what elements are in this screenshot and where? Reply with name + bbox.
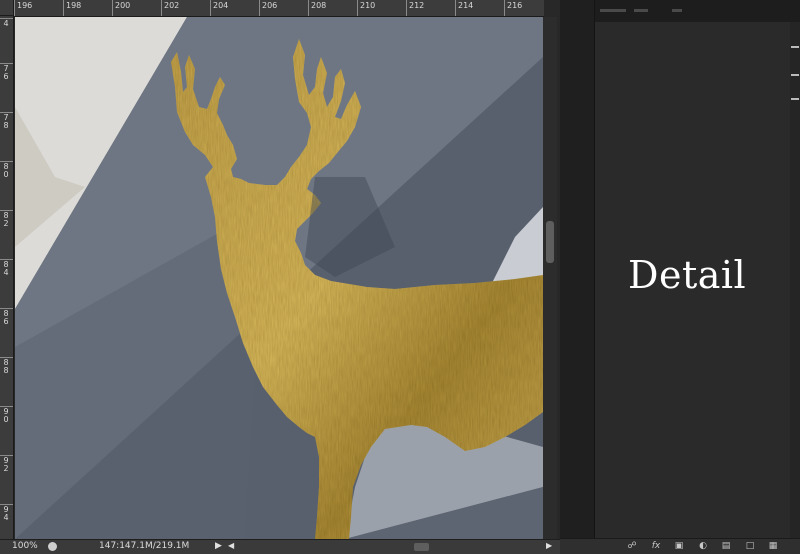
ruler-label: 196 <box>17 1 33 10</box>
ruler-label: 214 <box>458 1 474 10</box>
ruler-label: 208 <box>311 1 327 10</box>
ruler-tick: 94 <box>0 504 13 522</box>
ruler-tick: 78 <box>0 112 13 130</box>
vertical-scrollbar[interactable] <box>543 17 557 539</box>
ruler-label: 80 <box>3 162 9 179</box>
ruler-tick: 4 <box>0 18 13 28</box>
scroll-left-icon[interactable]: ◀ <box>228 541 234 550</box>
ruler-label: 94 <box>3 505 9 522</box>
ruler-tick: 206 <box>259 0 277 16</box>
ruler-tick: 84 <box>0 259 13 277</box>
ruler-tick: 92 <box>0 455 13 473</box>
artwork <box>15 17 543 539</box>
ruler-tick: 198 <box>63 0 81 16</box>
ruler-label: 86 <box>3 309 9 326</box>
detail-label: Detail <box>628 253 747 297</box>
new-layer-icon[interactable]: □ <box>744 541 756 552</box>
zoom-level[interactable]: 100% <box>12 541 38 551</box>
image-canvas[interactable] <box>15 17 543 539</box>
fx-icon[interactable]: fx <box>650 541 662 552</box>
status-menu-arrow-icon[interactable]: ▶ <box>215 541 222 551</box>
side-mark <box>791 98 799 100</box>
ruler-label: 204 <box>213 1 229 10</box>
ruler-tick: 208 <box>308 0 326 16</box>
panel-side-scroll[interactable] <box>790 22 800 538</box>
ruler-tick: 90 <box>0 406 13 424</box>
ruler-tick: 210 <box>357 0 375 16</box>
document-workspace: 196 198 200 202 204 206 208 210 212 214 … <box>0 0 560 554</box>
trash-icon[interactable]: ▦ <box>767 541 779 552</box>
ruler-label: 210 <box>360 1 376 10</box>
ruler-tick: 86 <box>0 308 13 326</box>
scrollbar-thumb[interactable] <box>546 221 554 263</box>
status-bar: 100% 147:147.1M/219.1M ▶ ◀ ▶ <box>0 539 560 554</box>
horizontal-scrollbar-thumb[interactable] <box>414 543 429 551</box>
ruler-label: 200 <box>115 1 131 10</box>
side-mark <box>791 46 799 48</box>
ruler-label: 78 <box>3 113 9 130</box>
ruler-corner[interactable] <box>0 0 14 16</box>
ruler-tick: 204 <box>210 0 228 16</box>
ruler-label: 82 <box>3 211 9 228</box>
ruler-tick: 76 <box>0 63 13 81</box>
panel-tab[interactable] <box>634 9 648 12</box>
layer-toolbar: ☍ fx ▣ ◐ ▤ □ ▦ <box>560 538 800 554</box>
ruler-label: 76 <box>3 64 9 81</box>
ruler-tick: 196 <box>14 0 32 16</box>
folder-icon[interactable]: ▤ <box>720 541 732 552</box>
scroll-right-icon[interactable]: ▶ <box>546 541 552 550</box>
document-info-icon[interactable] <box>48 542 57 551</box>
ruler-label: 206 <box>262 1 278 10</box>
ruler-label: 92 <box>3 456 9 473</box>
ruler-label: 84 <box>3 260 9 277</box>
ruler-label: 212 <box>409 1 425 10</box>
ruler-label: 4 <box>3 19 9 28</box>
panel-icon-strip <box>560 0 595 538</box>
ruler-tick: 80 <box>0 161 13 179</box>
mask-icon[interactable]: ▣ <box>673 541 685 552</box>
link-icon[interactable]: ☍ <box>626 541 638 552</box>
side-mark <box>791 74 799 76</box>
horizontal-ruler[interactable]: 196 198 200 202 204 206 208 210 212 214 … <box>14 0 544 17</box>
ruler-label: 202 <box>164 1 180 10</box>
ruler-label: 90 <box>3 407 9 424</box>
panel-content: Detail <box>595 22 800 538</box>
ruler-tick: 82 <box>0 210 13 228</box>
ruler-label: 88 <box>3 358 9 375</box>
panel-header <box>560 0 800 22</box>
ruler-tick: 212 <box>406 0 424 16</box>
adjustment-icon[interactable]: ◐ <box>697 541 709 552</box>
vertical-ruler[interactable]: 4 76 78 80 82 84 86 88 90 92 94 <box>0 16 14 539</box>
ruler-label: 216 <box>507 1 523 10</box>
ruler-label: 198 <box>66 1 82 10</box>
ruler-tick: 214 <box>455 0 473 16</box>
panel-tab[interactable] <box>672 9 682 12</box>
ruler-tick: 88 <box>0 357 13 375</box>
document-size: 147:147.1M/219.1M <box>99 541 190 551</box>
ruler-tick: 202 <box>161 0 179 16</box>
layers-panel: Detail ☍ fx ▣ ◐ ▤ □ ▦ <box>560 0 800 554</box>
ruler-tick: 216 <box>504 0 522 16</box>
ruler-tick: 200 <box>112 0 130 16</box>
panel-tab[interactable] <box>600 9 626 12</box>
